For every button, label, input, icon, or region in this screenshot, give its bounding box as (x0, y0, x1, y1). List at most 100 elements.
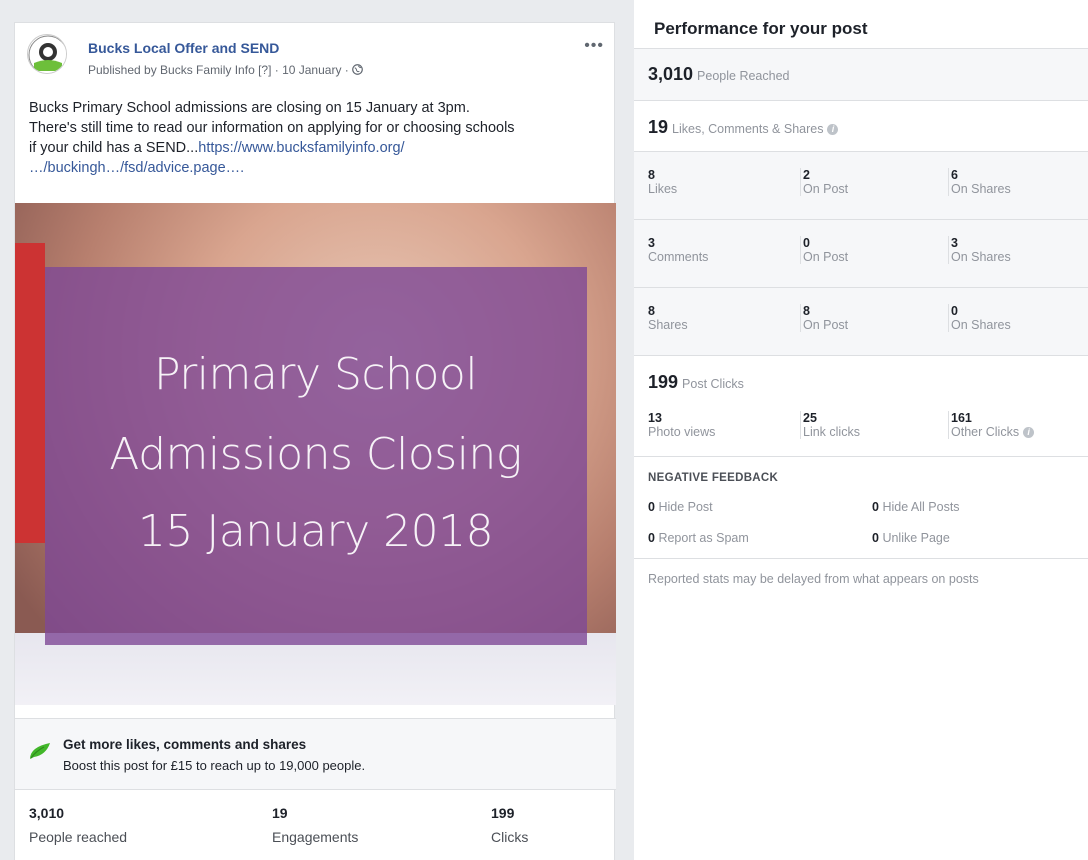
photo-views-cell: 13 Photo views (648, 411, 715, 439)
divider (634, 287, 1088, 288)
boost-banner[interactable]: Get more likes, comments and shares Boos… (15, 718, 616, 790)
performance-title: Performance for your post (654, 19, 868, 38)
stat-label: Clicks (491, 829, 529, 845)
performance-panel: Performance for your post 3,010 People Re… (634, 0, 1088, 860)
post-text-line-3: if your child has a SEND... (29, 140, 199, 156)
likes-on-shares-cell: 6 On Shares (948, 168, 1011, 196)
cell-value: 8 (803, 304, 810, 318)
page-avatar[interactable] (27, 34, 67, 74)
stat-people-reached: 3,010 People reached (29, 805, 127, 845)
reached-number: 3,010 (648, 64, 694, 84)
stats-delay-footnote: Reported stats may be delayed from what … (648, 572, 979, 586)
neg-value: 0 (648, 500, 655, 514)
info-icon[interactable]: i (1023, 427, 1035, 438)
stat-label: People reached (29, 829, 128, 845)
boost-subtitle: Boost this post for £15 to reach up to 1… (63, 758, 366, 773)
cell-label: Comments (648, 250, 709, 264)
cell-value: 3 (951, 236, 958, 250)
post-byline: Published by Bucks Family Info [?] · 10 … (88, 63, 363, 77)
cell-label: On Shares (951, 318, 1011, 332)
cell-value: 13 (648, 411, 662, 425)
engagement-number: 19 (648, 117, 669, 137)
image-text-line-1: Primary School (153, 349, 478, 400)
stat-label: Engagements (272, 829, 359, 845)
post-image[interactable]: Primary School Admissions Closing 15 Jan… (15, 203, 616, 705)
comments-on-shares-cell: 3 On Shares (948, 236, 1011, 264)
cell-value: 8 (648, 304, 655, 318)
image-text-line-3: 15 January 2018 (137, 506, 494, 557)
post-link-part-2[interactable]: …/buckingh…/fsd/advice.page…. (29, 160, 244, 176)
neg-label: Report as Spam (658, 531, 749, 545)
cell-value: 0 (803, 236, 810, 250)
stat-value: 199 (491, 805, 515, 821)
post-link-part-1[interactable]: https://www.bucksfamilyinfo.org/ (198, 140, 404, 156)
unlike-page-stat: 0 Unlike Page (872, 531, 950, 545)
neg-label: Hide All Posts (882, 500, 960, 514)
post-clicks-number: 199 (648, 372, 679, 392)
page-name-link[interactable]: Bucks Local Offer and SEND (88, 40, 279, 56)
image-text-line-2: Admissions Closing (109, 429, 522, 480)
cell-label: On Shares (951, 182, 1011, 196)
globe-icon[interactable] (352, 64, 363, 75)
cell-value: 0 (951, 304, 958, 318)
neg-value: 0 (872, 531, 879, 545)
report-spam-stat: 0 Report as Spam (648, 531, 749, 545)
cell-value: 25 (803, 411, 817, 425)
post-header: Bucks Local Offer and SEND Published by … (15, 23, 614, 93)
stat-value: 19 (272, 805, 288, 821)
comments-cell: 3 Comments (648, 236, 708, 264)
leaf-icon (30, 743, 50, 759)
neg-value: 0 (872, 500, 879, 514)
divider (634, 355, 1088, 356)
boost-title: Get more likes, comments and shares (63, 737, 307, 752)
reached-label: People Reached (697, 69, 790, 83)
cell-value: 3 (648, 236, 655, 250)
stat-value: 3,010 (29, 805, 65, 821)
link-clicks-cell: 25 Link clicks (800, 411, 860, 439)
negative-feedback-title: NEGATIVE FEEDBACK (648, 472, 779, 484)
byline-text: Published by Bucks Family Info [?] · 10 … (88, 63, 353, 77)
shares-on-post-cell: 8 On Post (800, 304, 848, 332)
page-logo-icon (28, 35, 66, 73)
comments-on-post-cell: 0 On Post (800, 236, 848, 264)
post-text-line-1: Bucks Primary School admissions are clos… (29, 100, 470, 116)
shares-on-shares-cell: 0 On Shares (948, 304, 1011, 332)
divider (634, 100, 1088, 101)
cell-value: 161 (951, 411, 972, 425)
cell-label: On Post (803, 318, 849, 332)
info-icon[interactable]: i (827, 124, 839, 135)
cell-label: Photo views (648, 425, 716, 439)
stat-clicks: 199 Clicks (491, 805, 528, 845)
cell-label: Likes (648, 182, 678, 196)
post-clicks-row: 199 Post Clicks (648, 372, 744, 393)
other-clicks-cell: 161 Other Clicks i (948, 411, 1035, 439)
neg-label: Unlike Page (882, 531, 950, 545)
hide-all-posts-stat: 0 Hide All Posts (872, 500, 960, 514)
cell-value: 2 (803, 168, 810, 182)
reached-row: 3,010 People Reached (648, 64, 789, 85)
other-clicks-label: Other Clicks (951, 425, 1020, 439)
neg-value: 0 (648, 531, 655, 545)
likes-cell: 8 Likes (648, 168, 677, 196)
cell-label: On Post (803, 182, 849, 196)
cell-label: On Post (803, 250, 849, 264)
likes-on-post-cell: 2 On Post (800, 168, 848, 196)
post-text: Bucks Primary School admissions are clos… (29, 98, 619, 178)
cell-label: On Shares (951, 250, 1011, 264)
engagement-label: Likes, Comments & Shares (672, 122, 824, 136)
more-options-icon[interactable]: ••• (584, 37, 604, 55)
post-text-line-2: There's still time to read our informati… (29, 120, 515, 136)
cell-label: Shares (648, 318, 688, 332)
cell-value: 8 (648, 168, 655, 182)
cell-label: Other Clicks i (951, 425, 1035, 439)
shares-cell: 8 Shares (648, 304, 688, 332)
post-clicks-label: Post Clicks (682, 377, 744, 391)
divider (634, 558, 1088, 559)
cell-value: 6 (951, 168, 958, 182)
engagement-row: 19 Likes, Comments & Shares i (648, 117, 839, 138)
divider (634, 456, 1088, 457)
neg-label: Hide Post (658, 500, 713, 514)
hide-post-stat: 0 Hide Post (648, 500, 713, 514)
stat-engagements: 19 Engagements (272, 805, 358, 845)
cell-label: Link clicks (803, 425, 860, 439)
